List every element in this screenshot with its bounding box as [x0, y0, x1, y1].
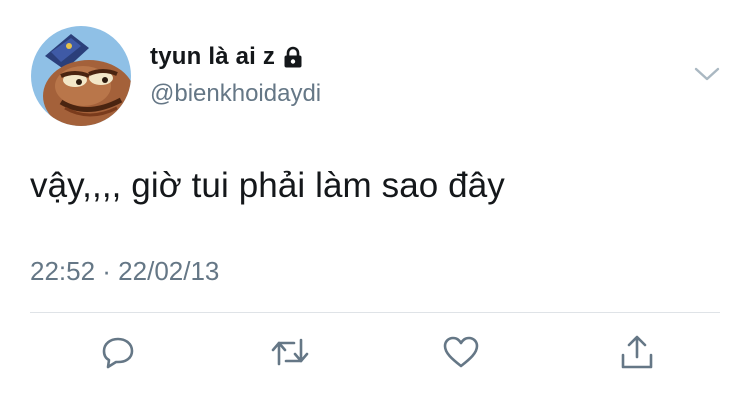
user-handle[interactable]: @bienkhoidaydi	[150, 80, 321, 108]
tweet-actions	[0, 330, 750, 380]
avatar[interactable]	[31, 26, 131, 126]
heart-icon	[442, 334, 480, 375]
divider	[30, 312, 720, 313]
share-icon	[619, 333, 655, 376]
author-name-row: tyun là ai z	[150, 42, 303, 72]
reply-icon	[100, 334, 136, 375]
retweet-button[interactable]	[266, 330, 314, 378]
reply-button[interactable]	[94, 330, 142, 378]
tweet-timestamp[interactable]: 22:52 · 22/02/13	[30, 256, 219, 287]
share-button[interactable]	[613, 330, 661, 378]
display-name[interactable]: tyun là ai z	[150, 43, 275, 71]
like-button[interactable]	[437, 330, 485, 378]
lock-icon	[283, 46, 303, 68]
chevron-down-icon[interactable]	[694, 64, 720, 84]
tweet-text: vậy,,,, giờ tui phải làm sao đây	[30, 166, 505, 205]
retweet-icon	[270, 334, 310, 375]
